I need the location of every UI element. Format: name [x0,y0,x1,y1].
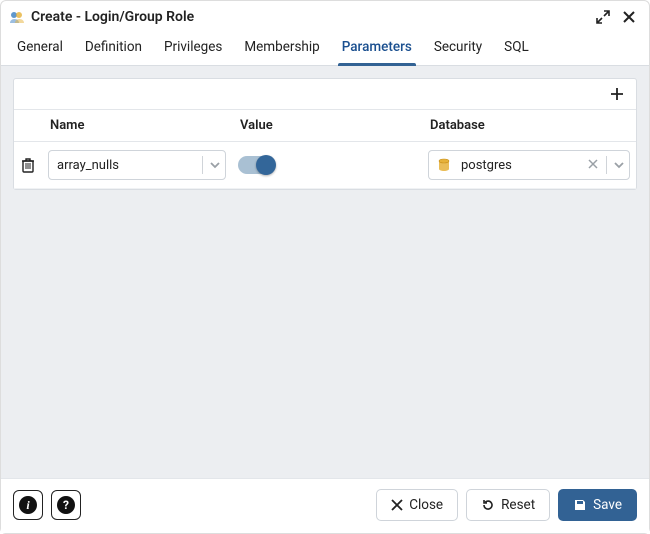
reset-icon [481,498,495,512]
clear-database-button[interactable] [586,158,600,173]
tab-security[interactable]: Security [432,31,484,65]
tab-privileges[interactable]: Privileges [162,31,224,65]
tab-parameters[interactable]: Parameters [340,31,414,65]
info-button[interactable]: i [13,490,43,520]
chevron-down-icon [613,159,625,171]
col-header-name: Name [42,118,232,133]
grid-header-row: Name Value Database [14,110,636,142]
reset-button[interactable]: Reset [466,489,550,521]
value-toggle[interactable] [238,156,274,174]
database-icon [437,158,451,172]
info-icon: i [19,496,37,514]
role-icon [9,9,25,25]
toggle-knob [256,155,276,175]
tab-sql[interactable]: SQL [502,31,531,65]
delete-row-button[interactable] [14,157,42,173]
database-select[interactable]: postgres [428,150,630,180]
name-select[interactable]: array_nulls [48,150,226,180]
table-row: array_nulls [14,142,636,189]
expand-icon[interactable] [593,7,613,27]
close-icon [391,499,403,511]
close-button[interactable]: Close [376,489,458,521]
add-row-button[interactable] [606,83,628,105]
name-select-value: array_nulls [57,158,196,173]
database-select-value: postgres [461,158,580,173]
dialog-titlebar: Create - Login/Group Role [1,1,649,31]
panel-toolbar [14,79,636,110]
save-button[interactable]: Save [558,489,637,521]
dialog-body: Name Value Database array_nulls [1,66,649,478]
col-header-value: Value [232,118,422,133]
create-role-dialog: Create - Login/Group Role General Defini… [0,0,650,534]
tab-definition[interactable]: Definition [83,31,144,65]
dialog-footer: i ? Close Reset Save [1,478,649,533]
help-icon: ? [57,496,75,514]
reset-button-label: Reset [501,497,535,513]
col-header-database: Database [422,118,636,133]
dialog-title: Create - Login/Group Role [31,9,194,25]
parameters-panel: Name Value Database array_nulls [13,78,637,190]
chevron-down-icon [209,159,221,171]
tab-membership[interactable]: Membership [242,31,321,65]
save-button-label: Save [593,497,622,513]
tab-bar: General Definition Privileges Membership… [1,31,649,66]
close-icon[interactable] [619,7,639,27]
tab-general[interactable]: General [15,31,65,65]
save-icon [573,498,587,512]
close-button-label: Close [409,497,443,513]
help-button[interactable]: ? [51,490,81,520]
